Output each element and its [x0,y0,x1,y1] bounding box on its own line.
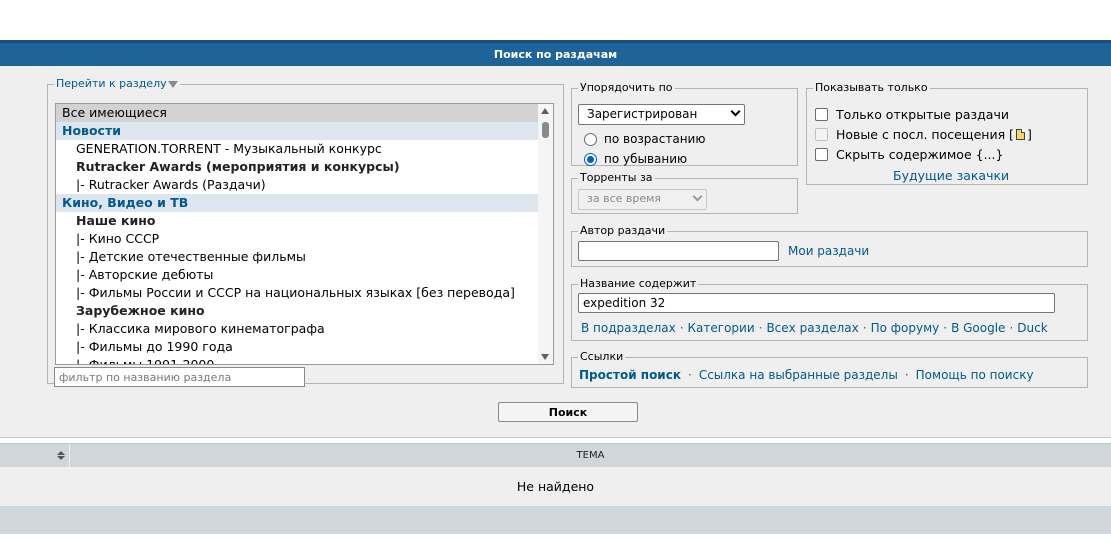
show-only-fieldset: Показывать только Только открытые раздач… [806,82,1088,185]
scroll-thumb[interactable] [542,122,549,138]
no-results-message: Не найдено [0,467,1111,506]
time-legend: Торренты за [580,171,653,184]
sort-desc-radio[interactable]: по убыванию [584,152,687,166]
separator: · [687,368,692,382]
author-legend: Автор раздачи [580,224,666,237]
separator: · [758,321,763,335]
forum-option[interactable]: Rutracker Awards (мероприятия и конкурсы… [56,158,539,176]
expand-triangle-icon[interactable] [167,80,178,88]
forum-scrollbar[interactable] [538,104,553,364]
future-downloads-link[interactable]: Будущие закачки [893,168,1009,183]
time-fieldset: Торренты за за все время [571,172,798,214]
forum-option[interactable]: Кино, Видео и ТВ [56,194,539,212]
links-fieldset: Ссылки Простой поиск · Ссылка на выбранные… [571,351,1088,388]
sort-select[interactable]: Зарегистрирован [578,104,745,125]
sort-fieldset: Упорядочить по Зарегистрирован по возрас… [571,82,798,166]
open-only-label[interactable]: Только открытые раздачи [836,107,1009,122]
duck-link[interactable]: Duck [1017,321,1047,335]
forum-legend-label[interactable]: Перейти к разделу [56,77,167,90]
forum-option[interactable]: |- Классика мирового кинематографа [56,320,539,338]
google-link[interactable]: В Google [951,321,1005,335]
hide-contents-label[interactable]: Скрыть содержимое {...} [836,147,1003,162]
forum-option[interactable]: Новости [56,122,539,140]
checkbox-icon[interactable] [815,148,828,161]
title-search-links: В подразделах · Категории · Всех разделах · По… [581,321,1048,335]
new-since-checkbox[interactable]: Новые с посл. посещения [] [815,127,1032,142]
forum-option[interactable]: GENERATION.TORRENT - Музыкальный конкурс [56,140,539,158]
forum-legend[interactable]: Перейти к разделу [54,78,180,90]
categories-link[interactable]: Категории [688,321,755,335]
separator: · [904,368,909,382]
forum-option[interactable]: |- Фильмы до 1990 года [56,338,539,356]
in-subforums-link[interactable]: В подразделах [581,321,676,335]
search-form: Перейти к разделу Все имеющиеся Новости GE… [0,66,1111,438]
forum-option[interactable]: Зарубежное кино [56,302,539,320]
new-since-label-end: ] [1026,127,1032,142]
forum-option[interactable]: |- Кино СССР [56,230,539,248]
sort-select-value: Зарегистрирован [587,107,698,121]
show-only-legend: Показывать только [815,81,928,94]
links-legend: Ссылки [580,350,624,363]
forum-option[interactable]: |- Rutracker Awards (Раздачи) [56,176,539,194]
author-fieldset: Автор раздачи Мои раздачи [571,225,1088,267]
theme-column-header[interactable]: ТЕМА [70,444,1111,467]
title-fieldset: Название содержит expedition 32 В подраз… [571,278,1088,341]
sort-column-header[interactable] [0,444,70,467]
separator: · [943,321,948,335]
checkbox-icon[interactable] [815,108,828,121]
separator: · [862,321,867,335]
simple-search-link[interactable]: Простой поиск [579,368,681,382]
search-button[interactable]: Поиск [498,402,638,422]
title-input[interactable]: expedition 32 [578,293,1055,313]
chevron-down-icon [692,191,703,202]
time-select[interactable]: за все время [578,189,707,210]
search-help-link[interactable]: Помощь по поиску [916,368,1034,382]
sort-legend: Упорядочить по [580,81,673,94]
page-title: Поиск по раздачам [0,40,1111,66]
bottom-blank [0,534,1111,542]
checkbox-disabled-icon[interactable] [815,128,828,141]
forum-option[interactable]: |- Авторские дебюты [56,266,539,284]
radio-asc-icon[interactable] [584,132,597,146]
scroll-down-icon[interactable] [541,354,549,360]
all-forums-link[interactable]: Всех разделах [766,321,858,335]
forum-listbox[interactable]: Все имеющиеся Новости GENERATION.TORRENT -… [55,103,554,365]
separator: · [679,321,684,335]
forum-select-fieldset: Перейти к разделу Все имеющиеся Новости GE… [47,78,564,387]
forum-option[interactable]: |- Детские отечественные фильмы [56,248,539,266]
title-legend: Название содержит [580,277,697,290]
radio-desc-icon[interactable] [584,152,597,166]
forum-filter-input[interactable] [54,367,305,387]
separator: · [1009,321,1014,335]
selected-forums-link[interactable]: Ссылка на выбранные разделы [699,368,898,382]
scroll-up-icon[interactable] [541,108,549,114]
forum-option[interactable]: |- Фильмы России и СССР на национальных … [56,284,539,302]
forum-option[interactable]: Все имеющиеся [56,104,539,122]
chevron-down-icon [730,106,741,117]
sort-asc-radio[interactable]: по возрастанию [584,132,705,146]
my-torrents-link[interactable]: Мои раздачи [788,244,869,258]
hide-contents-checkbox[interactable]: Скрыть содержимое {...} [815,147,1003,162]
new-since-label[interactable]: Новые с посл. посещения [ [836,127,1014,142]
sort-asc-label[interactable]: по возрастанию [604,132,705,146]
time-select-value: за все время [587,192,662,205]
open-only-checkbox[interactable]: Только открытые раздачи [815,107,1009,122]
forum-rows: Все имеющиеся Новости GENERATION.TORRENT -… [56,104,539,364]
by-forum-link[interactable]: По форуму [871,321,940,335]
sort-arrows-icon[interactable] [57,451,65,461]
results-footer [0,506,1111,534]
forum-option[interactable]: |- Фильмы 1991-2000 [56,356,539,364]
top-blank [0,0,1111,40]
sort-desc-label[interactable]: по убыванию [604,152,687,166]
forum-option[interactable]: Наше кино [56,212,539,230]
links-row: Простой поиск · Ссылка на выбранные раздел… [579,368,1034,382]
document-icon [1015,129,1025,140]
results-header: ТЕМА [0,443,1111,467]
author-input[interactable] [578,241,779,261]
